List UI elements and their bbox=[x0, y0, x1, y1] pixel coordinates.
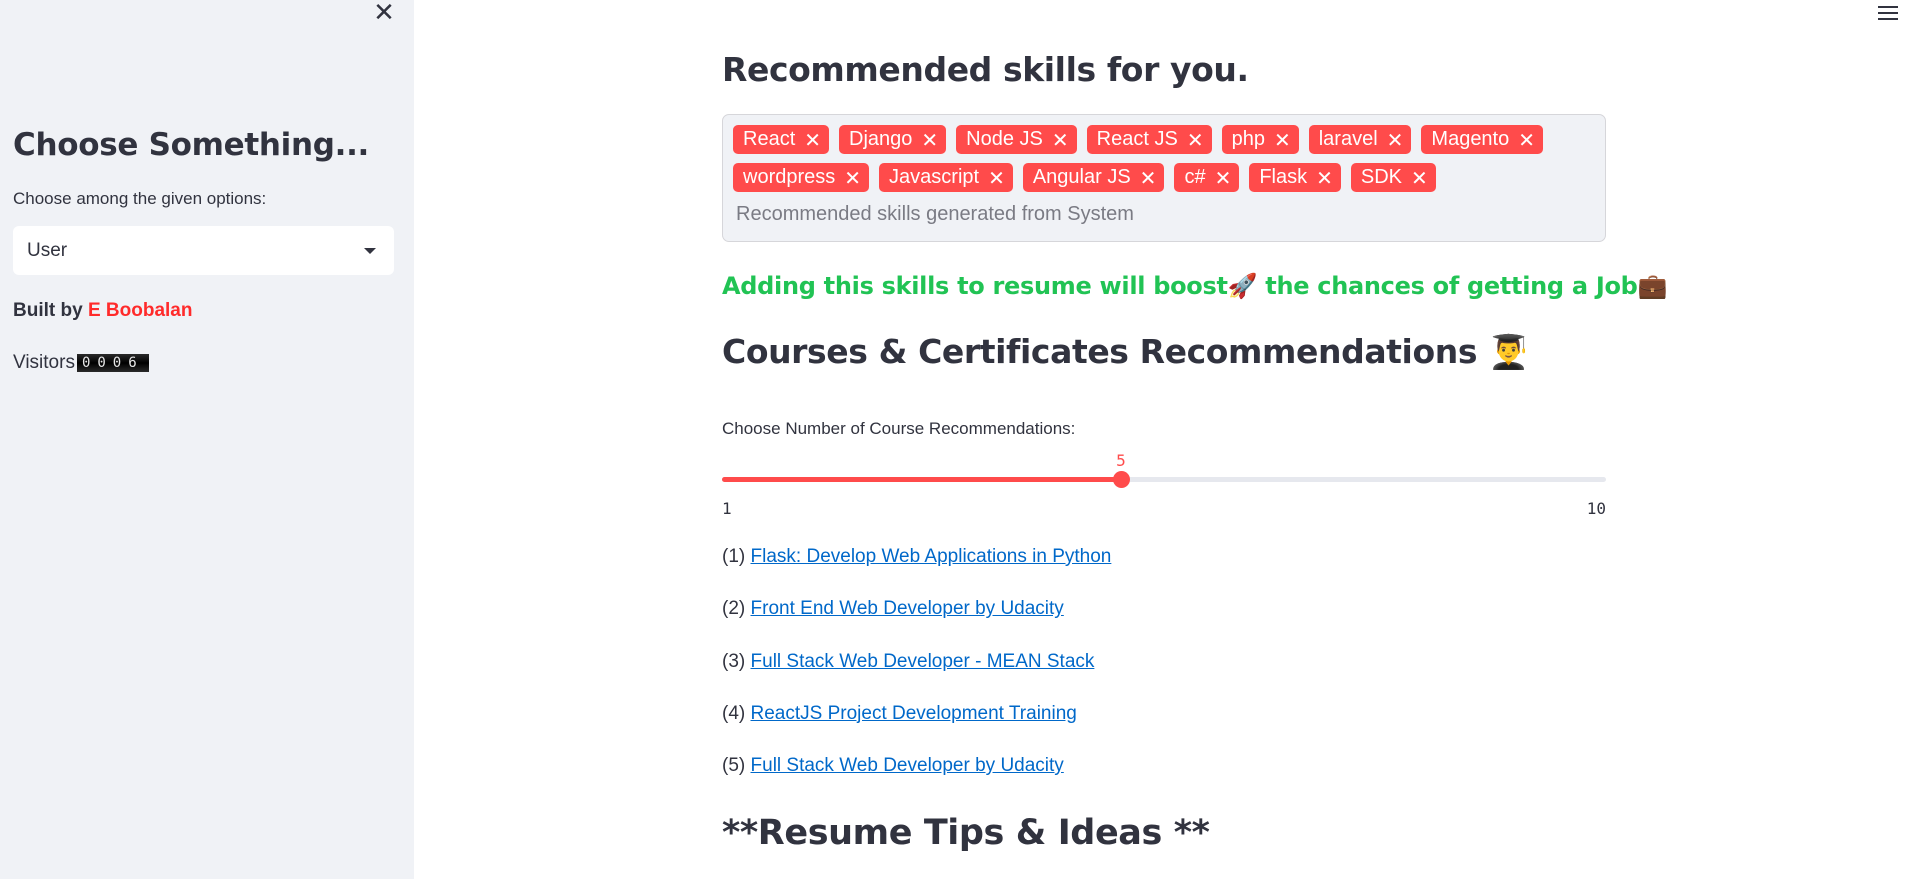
course-number: (3) bbox=[722, 650, 746, 672]
course-item: (2) Front End Web Developer by Udacity bbox=[722, 598, 1111, 650]
remove-tag-icon[interactable]: ✕ bbox=[804, 130, 821, 150]
skill-tag-label: php bbox=[1231, 128, 1265, 150]
remove-tag-icon[interactable]: ✕ bbox=[1052, 130, 1069, 150]
course-item: (3) Full Stack Web Developer - MEAN Stac… bbox=[722, 651, 1111, 703]
skill-tag[interactable]: c# ✕ bbox=[1174, 163, 1240, 192]
course-link[interactable]: Flask: Develop Web Applications in Pytho… bbox=[751, 546, 1112, 567]
slider-thumb[interactable] bbox=[1113, 471, 1130, 488]
slider-value: 5 bbox=[1116, 451, 1126, 470]
built-by: Built by E Boobalan bbox=[13, 300, 192, 322]
skill-tag[interactable]: Javascript ✕ bbox=[879, 163, 1013, 192]
select-value: User bbox=[27, 239, 68, 261]
course-link[interactable]: Full Stack Web Developer by Udacity bbox=[751, 755, 1064, 776]
remove-tag-icon[interactable]: ✕ bbox=[1274, 130, 1291, 150]
skill-tag-label: wordpress bbox=[743, 166, 836, 188]
resume-tips-heading: **Resume Tips & Ideas ** bbox=[722, 813, 1210, 853]
remove-tag-icon[interactable]: ✕ bbox=[1411, 168, 1428, 188]
skill-tag-label: Flask bbox=[1259, 166, 1308, 188]
course-link[interactable]: Full Stack Web Developer - MEAN Stack bbox=[751, 651, 1095, 672]
visitors: Visitors 0006 bbox=[13, 352, 149, 374]
remove-tag-icon[interactable]: ✕ bbox=[921, 130, 938, 150]
course-item: (1) Flask: Develop Web Applications in P… bbox=[722, 546, 1111, 598]
course-number: (4) bbox=[722, 702, 746, 724]
skill-tag[interactable]: Angular JS ✕ bbox=[1022, 163, 1165, 192]
slider-label: Choose Number of Course Recommendations: bbox=[722, 419, 1076, 438]
course-number: (1) bbox=[722, 546, 746, 567]
built-by-prefix: Built by bbox=[13, 300, 83, 321]
hamburger-menu-icon[interactable] bbox=[1875, 2, 1901, 28]
skill-tag[interactable]: SDK ✕ bbox=[1350, 163, 1436, 192]
skill-tag[interactable]: Node JS ✕ bbox=[956, 125, 1077, 154]
visitor-counter: 0006 bbox=[76, 354, 149, 372]
skill-tag-label: Angular JS bbox=[1032, 166, 1131, 188]
sidebar: ✕ Choose Something... Choose among the g… bbox=[0, 0, 414, 879]
skill-tag[interactable]: laravel ✕ bbox=[1308, 125, 1412, 154]
sidebar-title: Choose Something... bbox=[13, 127, 370, 163]
course-number: (5) bbox=[722, 755, 746, 777]
skill-tag-label: Javascript bbox=[889, 166, 980, 188]
remove-tag-icon[interactable]: ✕ bbox=[988, 168, 1005, 188]
select-label: Choose among the given options: bbox=[13, 189, 267, 208]
skill-tag-label: Magento bbox=[1431, 128, 1510, 150]
skills-placeholder: Recommended skills generated from System bbox=[736, 203, 1134, 225]
skills-heading: Recommended skills for you. bbox=[722, 50, 1249, 89]
skill-tag-label: React JS bbox=[1096, 128, 1178, 150]
skill-tag-label: laravel bbox=[1318, 128, 1378, 150]
visitors-label: Visitors bbox=[13, 352, 75, 373]
boost-message: Adding this skills to resume will boost🚀… bbox=[722, 272, 1667, 300]
remove-tag-icon[interactable]: ✕ bbox=[1140, 168, 1157, 188]
courses-heading-text: Courses & Certificates Recommendations bbox=[722, 332, 1478, 371]
skill-tag-label: React bbox=[743, 128, 796, 150]
skill-tag[interactable]: React ✕ bbox=[733, 125, 830, 154]
skill-tag[interactable]: Django ✕ bbox=[839, 125, 947, 154]
course-number: (2) bbox=[722, 598, 746, 620]
boost-text-2: the chances of getting a Job bbox=[1265, 272, 1638, 300]
slider-max-label: 10 bbox=[1586, 499, 1606, 518]
skill-tag[interactable]: php ✕ bbox=[1221, 125, 1299, 154]
course-item: (5) Full Stack Web Developer by Udacity bbox=[722, 755, 1111, 807]
author-name: E Boobalan bbox=[87, 300, 193, 321]
skill-tag[interactable]: wordpress ✕ bbox=[733, 163, 870, 192]
slider-min-label: 1 bbox=[722, 499, 732, 518]
skill-tags: React ✕ Django ✕ Node JS ✕ React JS ✕ php ✕ larave… bbox=[733, 125, 1603, 201]
course-link[interactable]: ReactJS Project Development Training bbox=[751, 703, 1077, 724]
remove-tag-icon[interactable]: ✕ bbox=[1518, 130, 1535, 150]
user-type-select[interactable]: User bbox=[13, 226, 394, 275]
skills-multiselect[interactable]: React ✕ Django ✕ Node JS ✕ React JS ✕ php ✕ larave… bbox=[722, 114, 1606, 242]
skill-tag-label: Node JS bbox=[966, 128, 1043, 150]
rocket-icon: 🚀 bbox=[1227, 272, 1258, 300]
boost-text: Adding this skills to resume will boost bbox=[722, 272, 1228, 300]
briefcase-icon: 💼 bbox=[1637, 272, 1668, 300]
course-list: (1) Flask: Develop Web Applications in P… bbox=[722, 546, 1111, 807]
remove-tag-icon[interactable]: ✕ bbox=[844, 168, 861, 188]
skill-tag-label: c# bbox=[1184, 166, 1206, 188]
chevron-down-icon bbox=[364, 247, 376, 254]
course-count-slider[interactable] bbox=[722, 471, 1606, 488]
remove-tag-icon[interactable]: ✕ bbox=[1187, 130, 1204, 150]
skill-tag[interactable]: React JS ✕ bbox=[1086, 125, 1212, 154]
skill-tag[interactable]: Magento ✕ bbox=[1421, 125, 1544, 154]
course-link[interactable]: Front End Web Developer by Udacity bbox=[751, 598, 1064, 619]
close-icon[interactable]: ✕ bbox=[372, 0, 396, 28]
remove-tag-icon[interactable]: ✕ bbox=[1316, 168, 1333, 188]
skill-tag-label: Django bbox=[849, 128, 913, 150]
course-item: (4) ReactJS Project Development Training bbox=[722, 703, 1111, 755]
remove-tag-icon[interactable]: ✕ bbox=[1387, 130, 1404, 150]
slider-fill bbox=[722, 477, 1121, 482]
remove-tag-icon[interactable]: ✕ bbox=[1215, 168, 1232, 188]
graduate-icon: 👨‍🎓 bbox=[1488, 332, 1529, 371]
skill-tag[interactable]: Flask ✕ bbox=[1249, 163, 1341, 192]
skill-tag-label: SDK bbox=[1360, 166, 1403, 188]
courses-heading: Courses & Certificates Recommendations 👨… bbox=[722, 332, 1529, 372]
